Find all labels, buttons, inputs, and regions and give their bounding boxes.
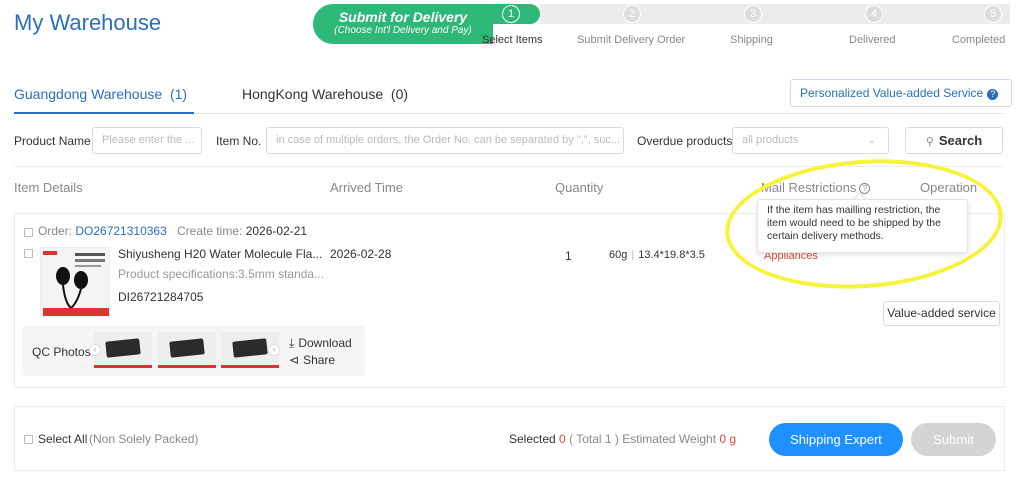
estimated-weight-value: 0 g xyxy=(719,432,737,446)
selected-count: 0 xyxy=(559,432,566,446)
submit-delivery-title: Submit for Delivery xyxy=(338,9,468,25)
arrived-time-value: 2026-02-28 xyxy=(330,247,392,261)
qc-photos-label: QC Photos xyxy=(32,345,91,359)
tab-count: (0) xyxy=(390,86,409,102)
active-tab-underline xyxy=(14,112,194,114)
item-no-label: Item No. xyxy=(216,134,262,148)
download-link[interactable]: ⤓ Download xyxy=(289,336,352,351)
submit-delivery-subtitle: (Choose Int'l Delivery and Pay) xyxy=(334,25,472,36)
order-prefix: Order: xyxy=(38,224,73,238)
create-time-label: Create time: xyxy=(177,224,243,238)
chevron-right-icon[interactable]: › xyxy=(268,344,280,356)
tab-count: (1) xyxy=(169,86,188,102)
quantity-value: 1 xyxy=(565,249,572,263)
tab-hongkong-warehouse[interactable]: HongKong Warehouse (0) xyxy=(242,86,408,102)
tab-label: HongKong Warehouse xyxy=(242,86,384,102)
personalized-value-added-service-button[interactable]: Personalized Value-added Service? xyxy=(790,79,1012,107)
step-2-label: Submit Delivery Order xyxy=(577,34,686,46)
share-link[interactable]: ⊲ Share xyxy=(289,353,335,367)
help-circle-icon: ? xyxy=(987,89,999,100)
item-no-input[interactable]: in case of multiple orders, the Order No… xyxy=(266,127,624,154)
col-arrived-time: Arrived Time xyxy=(330,180,403,195)
step-5-label: Completed xyxy=(952,34,1006,46)
qc-photo[interactable] xyxy=(158,332,216,368)
tab-label: Guangdong Warehouse xyxy=(14,86,163,102)
vas-label: Personalized Value-added Service xyxy=(800,86,984,100)
col-item-details: Item Details xyxy=(14,180,83,195)
select-all-checkbox[interactable] xyxy=(24,435,33,444)
submit-for-delivery-step[interactable]: Submit for Delivery (Choose Int'l Delive… xyxy=(313,4,493,44)
share-label: Share xyxy=(303,353,336,367)
order-number-link[interactable]: DO26721310363 xyxy=(75,224,166,238)
tab-guangdong-warehouse[interactable]: Guangdong Warehouse (1) xyxy=(14,86,187,102)
download-icon: ⤓ xyxy=(289,336,295,350)
weight-dimensions: 60g | 13.4*19.8*3.5 xyxy=(609,249,705,261)
page-title: My Warehouse xyxy=(14,10,162,35)
non-solely-packed-label: (Non Solely Packed) xyxy=(89,432,199,446)
step-2-circle: 2 xyxy=(623,5,641,23)
qc-photo[interactable] xyxy=(94,332,152,368)
item-id: DI26721284705 xyxy=(118,290,204,304)
step-3-label: Shipping xyxy=(730,34,773,46)
overdue-products-select[interactable]: all products ⌄ xyxy=(732,127,889,154)
product-name-label: Product Name xyxy=(14,134,91,148)
step-progress-track xyxy=(540,4,1010,24)
select-all-label[interactable]: Select All xyxy=(38,432,87,446)
overdue-select-value: all products xyxy=(742,134,799,146)
step-4-circle: 4 xyxy=(865,5,883,23)
search-button[interactable]: ⚲ Search xyxy=(905,127,1003,154)
selection-summary: Selected 0 ( Total 1 ) Estimated Weight … xyxy=(509,432,736,446)
total-count: ( Total 1 ) xyxy=(569,432,619,446)
weight-value: 60g xyxy=(609,249,628,261)
product-name[interactable]: Shiyusheng H20 Water Molecule Fla... xyxy=(118,247,322,261)
overdue-products-label: Overdue products xyxy=(637,134,733,148)
order-number: Order: DO26721310363 xyxy=(38,224,167,238)
step-1-label: Select Items xyxy=(482,34,543,46)
dimensions-value: 13.4*19.8*3.5 xyxy=(638,249,705,261)
earphones-image xyxy=(41,248,109,316)
shipping-expert-button[interactable]: Shipping Expert xyxy=(769,423,903,456)
value-added-service-button[interactable]: Value-added service xyxy=(883,301,1000,326)
share-icon: ⊲ xyxy=(289,353,300,367)
item-checkbox[interactable] xyxy=(24,249,33,258)
search-label: Search xyxy=(938,133,983,148)
product-name-input[interactable]: Please enter the ... xyxy=(92,127,202,154)
create-time-value: 2026-02-21 xyxy=(245,224,308,238)
step-4-label: Delivered xyxy=(849,34,896,46)
step-3-circle: 3 xyxy=(744,5,762,23)
chevron-left-icon[interactable]: ‹ xyxy=(89,344,101,356)
col-quantity: Quantity xyxy=(555,180,604,195)
product-spec: Product specifications:3.5mm standa... xyxy=(118,267,325,281)
step-5-circle: 5 xyxy=(984,5,1002,23)
divider: | xyxy=(631,249,635,261)
order-create-time: Create time: 2026-02-21 xyxy=(177,224,307,238)
selected-label: Selected xyxy=(509,432,556,446)
download-label: Download xyxy=(298,336,352,350)
search-icon: ⚲ xyxy=(925,136,934,148)
estimated-weight-label: Estimated Weight xyxy=(622,432,717,446)
submit-button[interactable]: Submit xyxy=(911,423,996,456)
product-thumbnail[interactable] xyxy=(40,247,110,317)
mail-restriction-tooltip: If the item has mailling restriction, th… xyxy=(757,199,968,253)
chevron-down-icon: ⌄ xyxy=(867,135,876,146)
step-1-circle: 1 xyxy=(502,5,520,23)
order-checkbox[interactable] xyxy=(24,228,33,237)
